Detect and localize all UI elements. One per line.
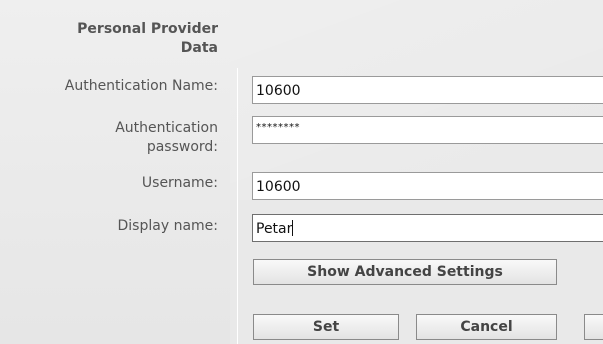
cancel-button[interactable]: Cancel [416,314,557,340]
auth-password-label-line1: Authentication [115,120,218,136]
auth-password-label: Authentication password: [0,119,218,157]
show-advanced-settings-button[interactable]: Show Advanced Settings [253,259,557,285]
auth-name-label: Authentication Name: [64,78,218,94]
section-title-line2: Data [180,40,218,56]
username-value: 10600 [256,179,301,195]
username-label: Username: [141,175,218,191]
section-title: Personal Provider Data [0,20,218,58]
text-caret [292,220,294,236]
partial-button[interactable] [584,314,603,340]
auth-name-field[interactable]: 10600 [252,76,603,104]
username-field[interactable]: 10600 [252,172,603,200]
auth-password-field[interactable]: ******** [252,116,603,144]
display-name-field[interactable]: Petar [252,214,603,242]
auth-password-label-line2: password: [146,139,218,155]
set-button[interactable]: Set [253,314,399,340]
section-title-line1: Personal Provider [77,21,218,37]
display-name-label: Display name: [117,218,218,234]
auth-password-value: ******** [256,122,300,133]
display-name-value: Petar [256,221,293,237]
column-divider [237,68,238,344]
auth-name-value: 10600 [256,83,301,99]
